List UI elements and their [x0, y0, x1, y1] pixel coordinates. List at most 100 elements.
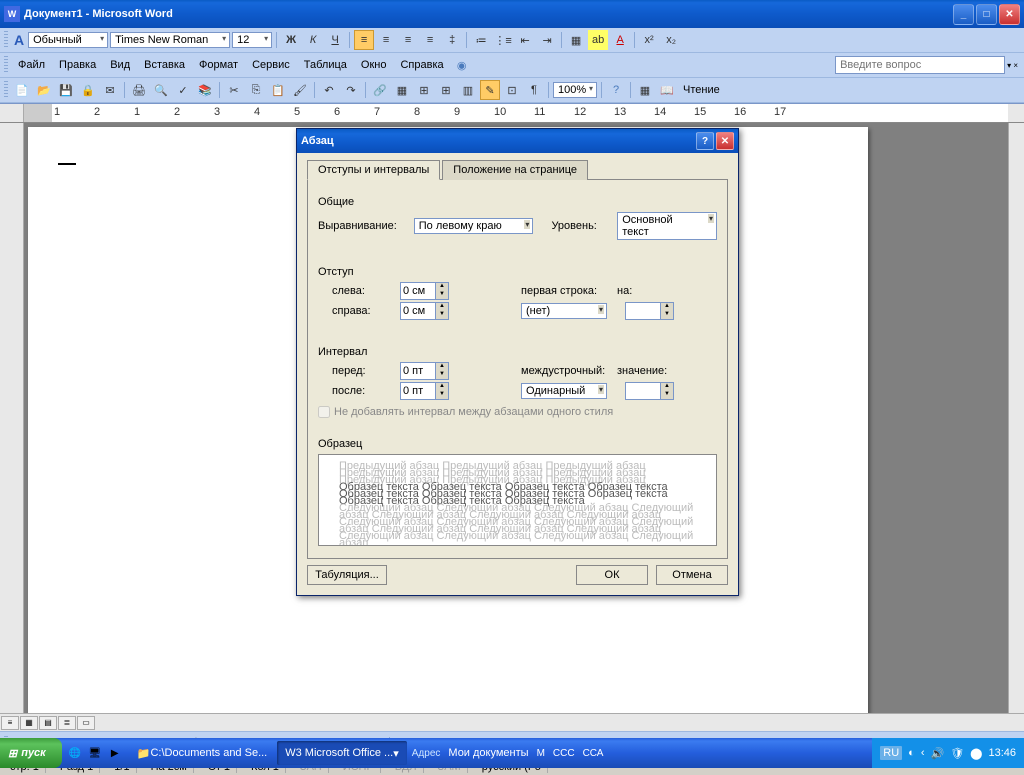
underline-button[interactable]: Ч — [325, 30, 345, 50]
doc-map-button[interactable]: ⊡ — [502, 80, 522, 100]
help-icon[interactable]: ◉ — [452, 55, 472, 75]
help-button[interactable]: ? — [606, 80, 626, 100]
tables-borders-button[interactable]: ▦ — [392, 80, 412, 100]
tray-icon[interactable]: ◐ — [908, 747, 915, 759]
menu-help[interactable]: Справка — [394, 56, 449, 74]
align-left-button[interactable]: ≡ — [354, 30, 374, 50]
menu-window[interactable]: Окно — [355, 56, 393, 74]
grip[interactable] — [4, 81, 8, 99]
vertical-ruler[interactable] — [0, 123, 24, 713]
taskbar-address[interactable]: Мои документы — [444, 747, 532, 759]
email-button[interactable]: ✉ — [100, 80, 120, 100]
reading-icon[interactable]: 📖 — [657, 80, 677, 100]
increase-indent-button[interactable]: ⇥ — [537, 30, 557, 50]
tray-arrow-icon[interactable]: ‹ — [921, 747, 925, 759]
style-combo[interactable]: Обычный — [28, 32, 108, 48]
start-button[interactable]: ⊞пуск — [0, 738, 62, 768]
borders-button[interactable]: ▦ — [566, 30, 586, 50]
menu-tools[interactable]: Сервис — [246, 56, 296, 74]
numbered-list-button[interactable]: ≔ — [471, 30, 491, 50]
subscript-button[interactable]: x₂ — [661, 30, 681, 50]
at-spinner[interactable]: ▲▼ — [625, 382, 674, 400]
insert-table-button[interactable]: ⊞ — [414, 80, 434, 100]
cut-button[interactable]: ✂ — [224, 80, 244, 100]
lang-indicator[interactable]: RU — [880, 746, 902, 760]
taskbar-m[interactable]: М — [533, 748, 549, 759]
taskbar-item-word[interactable]: W 3 Microsoft Office ... ▾ — [277, 741, 407, 765]
research-button[interactable]: 📚 — [195, 80, 215, 100]
maximize-button[interactable]: □ — [976, 4, 997, 25]
outline-view-button[interactable]: ≣ — [58, 716, 76, 730]
cancel-button[interactable]: Отмена — [656, 565, 728, 585]
permission-button[interactable]: 🔒 — [78, 80, 98, 100]
tray-volume-icon[interactable]: 🔊 — [930, 747, 944, 760]
align-center-button[interactable]: ≡ — [376, 30, 396, 50]
superscript-button[interactable]: x² — [639, 30, 659, 50]
redo-button[interactable]: ↷ — [341, 80, 361, 100]
zoom-combo[interactable]: 100% — [553, 82, 597, 98]
format-painter-button[interactable]: 🖌 — [290, 80, 310, 100]
menu-file[interactable]: Файл — [12, 56, 51, 74]
paste-button[interactable]: 📋 — [268, 80, 288, 100]
menu-table[interactable]: Таблица — [298, 56, 353, 74]
excel-button[interactable]: ⊞ — [436, 80, 456, 100]
alignment-select[interactable]: По левому краю — [414, 218, 534, 234]
grip[interactable] — [4, 31, 8, 49]
taskbar-cca[interactable]: ССА — [579, 748, 608, 759]
align-justify-button[interactable]: ≡ — [420, 30, 440, 50]
copy-button[interactable]: ⎘ — [246, 80, 266, 100]
italic-button[interactable]: К — [303, 30, 323, 50]
reading-label[interactable]: Чтение — [679, 82, 724, 98]
ruler-button[interactable]: ▦ — [635, 80, 655, 100]
taskbar-item-explorer[interactable]: 📁 C:\Documents and Se... — [129, 741, 275, 765]
taskbar-ccc[interactable]: ССС — [549, 748, 579, 759]
line-spacing-button[interactable]: ‡ — [442, 30, 462, 50]
spelling-button[interactable]: ✓ — [173, 80, 193, 100]
decrease-indent-button[interactable]: ⇤ — [515, 30, 535, 50]
indent-right-spinner[interactable]: ▲▼ — [400, 302, 449, 320]
drawing-toggle-button[interactable]: ✎ — [480, 80, 500, 100]
hyperlink-button[interactable]: 🔗 — [370, 80, 390, 100]
dialog-close-button[interactable]: ✕ — [716, 132, 734, 150]
print-button[interactable]: 🖨 — [129, 80, 149, 100]
new-button[interactable]: 📄 — [12, 80, 32, 100]
menu-edit[interactable]: Правка — [53, 56, 102, 74]
menu-format[interactable]: Формат — [193, 56, 244, 74]
grip[interactable] — [4, 56, 8, 74]
bulleted-list-button[interactable]: ⋮≡ — [493, 30, 513, 50]
tab-position[interactable]: Положение на странице — [442, 160, 588, 180]
after-spinner[interactable]: ▲▼ — [400, 382, 449, 400]
open-button[interactable]: 📂 — [34, 80, 54, 100]
linespacing-select[interactable]: Одинарный — [521, 383, 607, 399]
font-combo[interactable]: Times New Roman — [110, 32, 230, 48]
level-select[interactable]: Основной текст — [617, 212, 717, 240]
menu-insert[interactable]: Вставка — [138, 56, 191, 74]
bold-button[interactable]: Ж — [281, 30, 301, 50]
undo-button[interactable]: ↶ — [319, 80, 339, 100]
save-button[interactable]: 💾 — [56, 80, 76, 100]
minimize-button[interactable]: _ — [953, 4, 974, 25]
close-button[interactable]: ✕ — [999, 4, 1020, 25]
tab-indents[interactable]: Отступы и интервалы — [307, 160, 440, 180]
dialog-titlebar[interactable]: Абзац ? ✕ — [297, 129, 738, 153]
by-spinner[interactable]: ▲▼ — [625, 302, 674, 320]
help-search-input[interactable] — [835, 56, 1005, 74]
before-spinner[interactable]: ▲▼ — [400, 362, 449, 380]
horizontal-ruler[interactable]: 121234567891011121314151617 — [24, 104, 1024, 122]
clock[interactable]: 13:46 — [988, 747, 1016, 759]
preview-button[interactable]: 🔍 — [151, 80, 171, 100]
tray-shield-icon[interactable]: 🛡 — [950, 747, 964, 760]
vertical-scrollbar[interactable] — [1008, 123, 1024, 713]
horizontal-scrollbar[interactable] — [96, 715, 1023, 731]
ql-desktop-icon[interactable]: 🖥 — [86, 744, 104, 762]
ok-button[interactable]: ОК — [576, 565, 648, 585]
reading-view-button[interactable]: ▭ — [77, 716, 95, 730]
highlight-button[interactable]: ab — [588, 30, 608, 50]
tabs-button[interactable]: Табуляция... — [307, 565, 387, 585]
indent-left-spinner[interactable]: ▲▼ — [400, 282, 449, 300]
ql-ie-icon[interactable]: 🌐 — [66, 744, 84, 762]
show-marks-button[interactable]: ¶ — [524, 80, 544, 100]
tray-app-icon[interactable]: ⬤ — [970, 747, 982, 760]
menu-view[interactable]: Вид — [104, 56, 136, 74]
fontsize-combo[interactable]: 12 — [232, 32, 272, 48]
